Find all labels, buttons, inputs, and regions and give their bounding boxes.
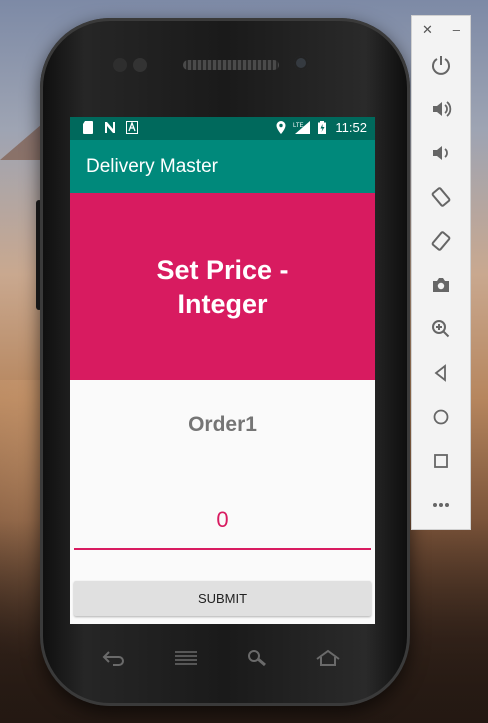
submit-button[interactable]: SUBMIT <box>74 581 371 616</box>
phone-home-key[interactable] <box>314 648 342 668</box>
phone-front-camera <box>294 56 308 70</box>
minimize-icon[interactable]: – <box>453 22 460 38</box>
phone-screen: LTE 11:52 Delivery Master Set Price - In… <box>70 117 375 624</box>
zoom-button[interactable] <box>426 314 456 344</box>
volume-down-icon <box>433 146 448 160</box>
volume-down-button[interactable] <box>426 138 456 168</box>
screenshot-button[interactable] <box>426 270 456 300</box>
phone-back-key[interactable] <box>100 648 128 668</box>
price-input[interactable] <box>74 492 371 550</box>
search-icon <box>248 650 266 667</box>
battery-icon <box>318 121 327 134</box>
overview-icon <box>434 454 448 468</box>
home-button[interactable] <box>426 402 456 432</box>
rotate-left-button[interactable] <box>426 182 456 212</box>
phone-sensor <box>133 58 147 72</box>
location-icon <box>276 121 286 134</box>
rotate-left-icon <box>431 187 451 207</box>
phone-search-key[interactable] <box>244 648 270 668</box>
camera-icon <box>433 278 449 292</box>
back-button[interactable] <box>426 358 456 388</box>
clock: 11:52 <box>335 120 367 135</box>
home-icon <box>316 649 340 666</box>
order-label: Order1 <box>188 413 257 436</box>
phone-speaker <box>183 60 279 70</box>
power-button[interactable] <box>426 50 456 80</box>
rotate-right-button[interactable] <box>426 226 456 256</box>
app-title: Delivery Master <box>86 156 218 177</box>
n-notification-icon <box>105 122 115 133</box>
overview-button[interactable] <box>426 446 456 476</box>
phone-sensor <box>113 58 127 72</box>
sd-card-icon <box>83 121 93 134</box>
status-bar: LTE 11:52 <box>70 117 375 140</box>
volume-up-icon <box>433 101 452 117</box>
zoom-icon <box>432 320 450 338</box>
back-icon <box>434 364 446 382</box>
more-button[interactable] <box>426 490 456 520</box>
more-icon <box>433 503 449 507</box>
emulator-toolbar: ✕ – <box>411 15 471 530</box>
a-notification-icon <box>126 121 138 134</box>
hero-banner: Set Price - Integer <box>70 193 375 380</box>
signal-icon: LTE <box>293 121 311 134</box>
svg-text:LTE: LTE <box>293 123 304 129</box>
menu-lines-icon <box>175 651 197 665</box>
home-circle-icon <box>433 409 449 425</box>
back-arrow-icon <box>102 651 124 666</box>
power-icon <box>432 56 450 75</box>
rotate-right-icon <box>431 231 451 251</box>
page-title: Set Price - Integer <box>156 254 289 319</box>
volume-up-button[interactable] <box>426 94 456 124</box>
phone-menu-key[interactable] <box>172 648 200 668</box>
app-bar: Delivery Master <box>70 140 375 193</box>
close-icon[interactable]: ✕ <box>422 22 433 38</box>
